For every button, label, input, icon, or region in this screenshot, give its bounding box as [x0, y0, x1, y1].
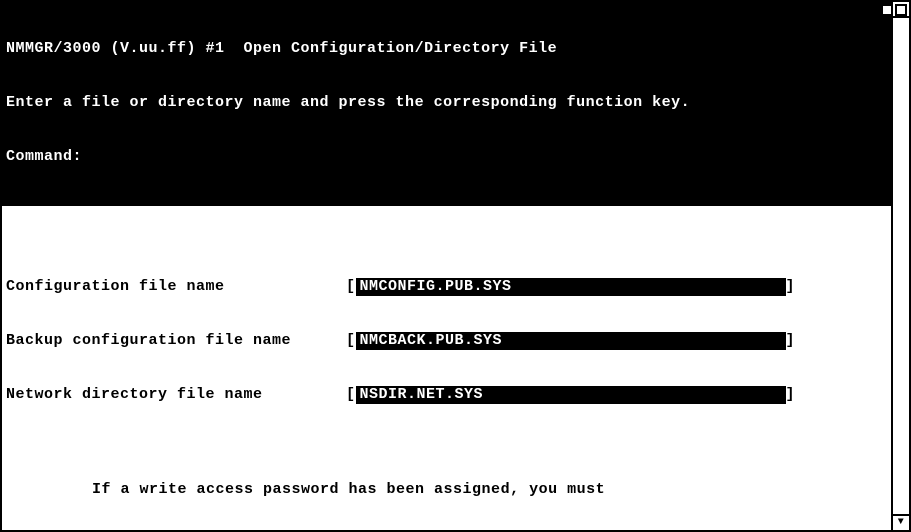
- terminal-window: NMMGR/3000 (V.uu.ff) #1 Open Configurati…: [0, 0, 911, 532]
- vertical-scrollbar[interactable]: ▲ ▼: [891, 2, 909, 530]
- bracket-close: ]: [786, 278, 796, 296]
- netdir-file-label: Network directory file name: [6, 386, 346, 404]
- main-row: NMMGR/3000 (V.uu.ff) #1 Open Configurati…: [2, 2, 909, 530]
- bracket-close: ]: [786, 386, 796, 404]
- bracket-close: ]: [786, 332, 796, 350]
- screen-header: NMMGR/3000 (V.uu.ff) #1 Open Configurati…: [2, 2, 891, 206]
- bracket-open: [: [346, 278, 356, 296]
- netdir-file-input[interactable]: NSDIR.NET.SYS: [356, 386, 786, 404]
- scroll-track[interactable]: [893, 18, 909, 514]
- form-body: Configuration file name [NMCONFIG.PUB.SY…: [2, 206, 891, 530]
- command-label[interactable]: Command:: [6, 148, 887, 166]
- content-area: NMMGR/3000 (V.uu.ff) #1 Open Configurati…: [2, 2, 891, 530]
- bracket-open: [: [346, 332, 356, 350]
- window-control-maximize[interactable]: [895, 4, 907, 16]
- header-title: NMMGR/3000 (V.uu.ff) #1 Open Configurati…: [6, 40, 887, 58]
- bracket-open: [: [346, 386, 356, 404]
- backup-file-label: Backup configuration file name: [6, 332, 346, 350]
- config-file-label: Configuration file name: [6, 278, 346, 296]
- window-control-minimize[interactable]: [881, 4, 893, 16]
- backup-file-row: Backup configuration file name [NMCBACK.…: [6, 332, 887, 350]
- header-prompt: Enter a file or directory name and press…: [6, 94, 887, 112]
- note-line-1: If a write access password has been assi…: [92, 480, 887, 500]
- config-file-input[interactable]: NMCONFIG.PUB.SYS: [356, 278, 786, 296]
- netdir-file-row: Network directory file name [NSDIR.NET.S…: [6, 386, 887, 404]
- scroll-down-icon[interactable]: ▼: [893, 514, 909, 530]
- config-file-row: Configuration file name [NMCONFIG.PUB.SY…: [6, 278, 887, 296]
- password-note: If a write access password has been assi…: [92, 440, 887, 530]
- backup-file-input[interactable]: NMCBACK.PUB.SYS: [356, 332, 786, 350]
- window-controls: [879, 2, 909, 18]
